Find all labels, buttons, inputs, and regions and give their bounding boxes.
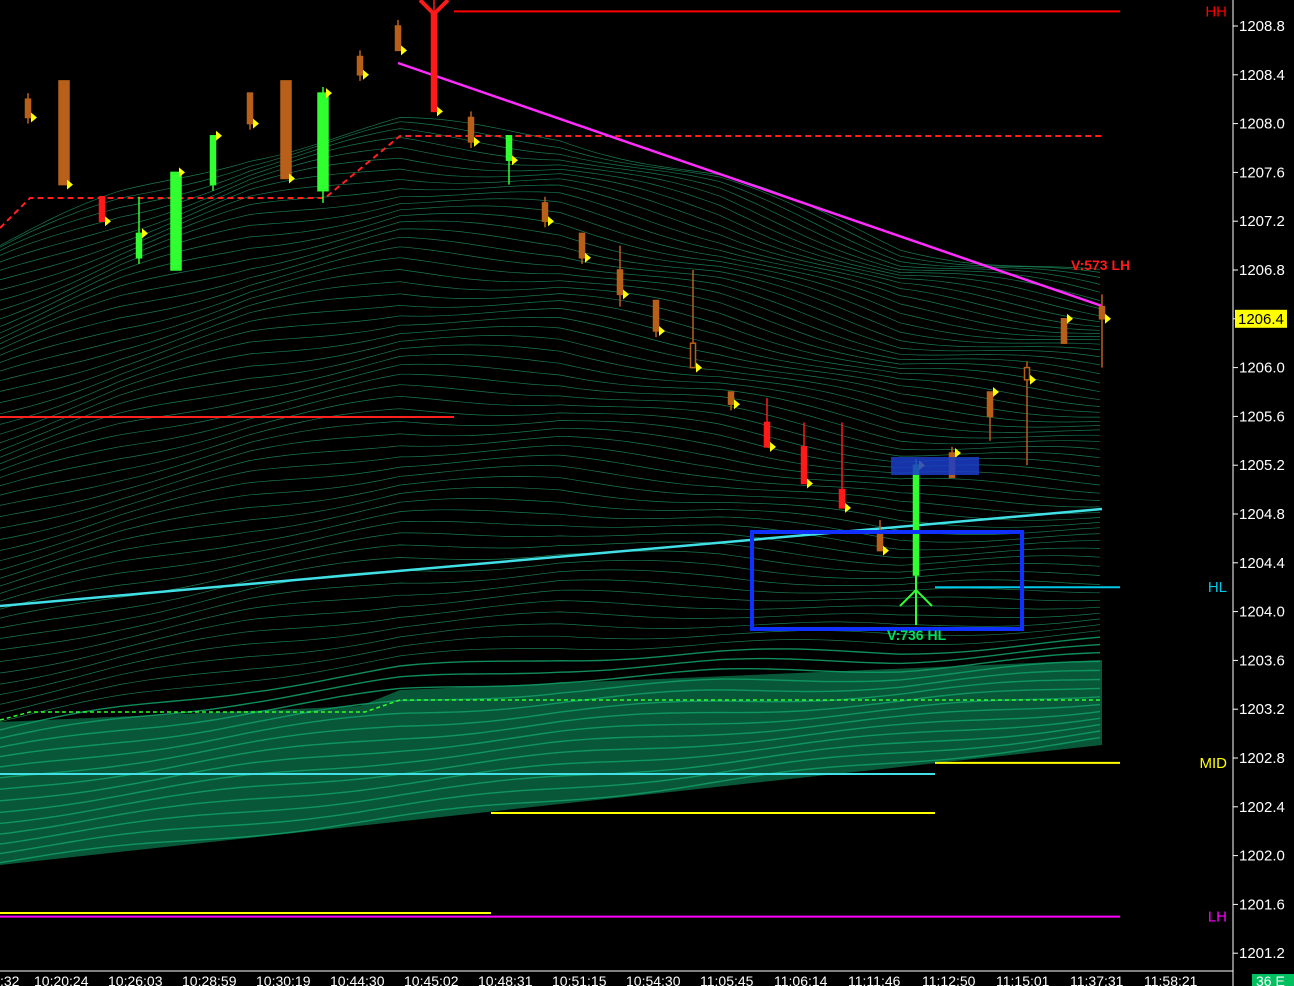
bar-count-label: 36 E [1256,973,1285,986]
candle-body [246,92,254,125]
price-tick-label: 1204.8 [1239,506,1285,523]
candle-body [986,391,994,418]
time-tick-label: :32 [0,973,20,986]
price-tick-label: 1201.2 [1239,945,1285,962]
price-chart[interactable]: V:573 LH V:736 HL 1208.8 1208.4 1208.0 1207.… [0,0,1294,986]
price-tick-label: 1203.2 [1239,701,1285,718]
candle-body [505,135,513,161]
time-tick-label: 11:11:46 [848,973,901,986]
time-tick-label: 10:28:59 [182,973,237,986]
candle-body [727,391,735,405]
time-tick-label: 10:45:02 [404,973,459,986]
price-tick-label: 1202.0 [1239,848,1285,865]
price-tick-label: 1207.2 [1239,213,1285,230]
price-tick-label: 1204.0 [1239,604,1285,621]
entry-zone [891,457,979,475]
level-label-mid: MID [1200,755,1228,772]
time-axis: :32 10:20:24 10:26:03 10:28:59 10:30:19 10:44… [0,973,1294,986]
candle-body [876,531,884,552]
time-tick-label: 10:44:30 [330,973,385,986]
candle-body [280,80,292,180]
time-tick-label: 11:15:01 [996,973,1050,986]
candle-body [24,98,32,119]
current-price-label: 1206.4 [1238,311,1284,328]
candle-body [1023,366,1031,381]
candle-body [541,202,549,222]
price-tick-label: 1201.6 [1239,896,1285,913]
candle-body [170,171,182,271]
level-label-lh: LH [1208,909,1227,926]
candle-body [689,342,697,369]
candle-body [616,269,624,296]
time-tick-label: 10:54:30 [626,973,681,986]
candle-body [838,488,846,509]
time-tick-label: 10:48:31 [478,973,533,986]
candle-body [578,232,586,259]
price-tick-label: 1204.4 [1239,555,1285,572]
candle-body [98,196,106,222]
time-tick-label: 10:26:03 [108,973,163,986]
price-tick-label: 1208.8 [1239,18,1285,35]
hl-volume-label: V:736 HL [887,627,947,643]
candle-body [209,135,217,186]
price-tick-label: 1205.6 [1239,408,1285,425]
candle-body [317,92,329,192]
candle-body [800,446,808,485]
candle-body [763,421,771,448]
price-tick-label: 1202.8 [1239,750,1285,767]
time-tick-label: 11:58:21 [1144,973,1198,986]
candle-body [652,299,660,332]
price-tick-label: 1202.4 [1239,799,1285,816]
time-tick-label: 10:30:19 [256,973,311,986]
time-tick-label: 10:20:24 [34,973,89,986]
time-tick-label: 11:05:45 [700,973,754,986]
candle-body [394,25,402,52]
candle-body [467,116,475,143]
price-tick-label: 1206.8 [1239,262,1285,279]
time-tick-label: 10:51:15 [552,973,607,986]
candle-body [1098,305,1106,320]
time-tick-label: 11:06:14 [774,973,828,986]
candle-body [135,232,143,259]
level-label-hh: HH [1205,3,1227,20]
candle-body [356,55,364,76]
candle-body [58,80,70,186]
price-tick-label: 1208.0 [1239,116,1285,133]
price-tick-label: 1205.2 [1239,457,1285,474]
time-tick-label: 11:12:50 [922,973,976,986]
lh-volume-label: V:573 LH [1071,257,1130,273]
price-tick-label: 1206.0 [1239,360,1285,377]
price-tick-label: 1208.4 [1239,67,1285,84]
price-tick-label: 1203.6 [1239,652,1285,669]
level-label-hl: HL [1208,579,1227,596]
time-tick-label: 11:37:31 [1070,973,1124,986]
price-tick-label: 1207.6 [1239,164,1285,181]
candle-body [1060,318,1068,344]
